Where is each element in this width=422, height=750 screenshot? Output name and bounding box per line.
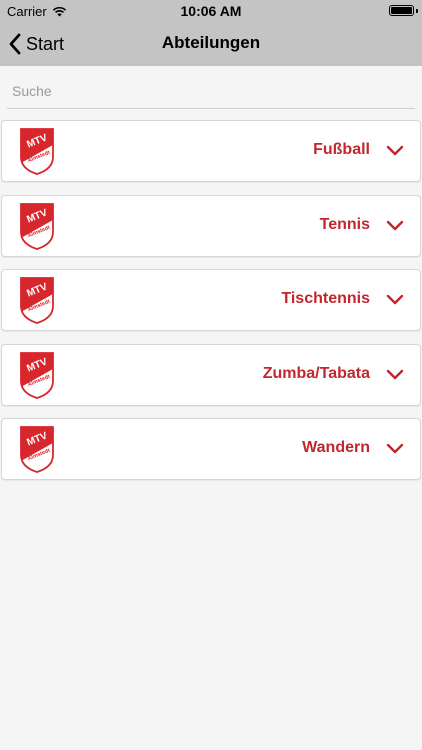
search-bar	[0, 66, 422, 110]
department-item-4[interactable]: MTV Almstedt Wandern	[1, 418, 421, 480]
department-name: Wandern	[302, 439, 370, 456]
mtv-logo-icon: MTV Almstedt	[20, 128, 54, 175]
chevron-down-icon[interactable]	[386, 369, 404, 381]
chevron-down-icon[interactable]	[386, 220, 404, 232]
department-item-1[interactable]: MTV Almstedt Tennis	[1, 194, 421, 257]
department-item-2[interactable]: MTV Almstedt Tischtennis	[1, 269, 421, 331]
department-name: Tennis	[319, 215, 370, 233]
page-title: Abteilungen	[161, 33, 261, 52]
mtv-logo-icon: MTV Almstedt	[20, 202, 54, 250]
department-item-0[interactable]: MTV Almstedt Fußball	[1, 120, 421, 182]
battery-tip	[416, 9, 418, 13]
search-input[interactable]	[12, 80, 408, 102]
mtv-logo-icon: MTV Almstedt	[20, 351, 54, 399]
navigation-bar: Start Abteilungen	[0, 22, 422, 66]
department-name: Tischtennis	[281, 290, 370, 307]
department-name: Zumba/Tabata	[262, 364, 370, 382]
department-name: Fußball	[313, 141, 370, 158]
status-bar: Carrier 10:06 AM	[0, 0, 422, 22]
chevron-down-icon[interactable]	[386, 294, 404, 306]
mtv-logo-icon: MTV Almstedt	[20, 426, 54, 473]
mtv-logo-icon: MTV Almstedt	[20, 277, 54, 324]
chevron-down-icon[interactable]	[386, 145, 404, 157]
chevron-down-icon[interactable]	[386, 443, 404, 455]
department-item-3[interactable]: MTV Almstedt Zumba/Tabata	[1, 343, 421, 406]
status-time: 10:06 AM	[180, 3, 242, 19]
battery-icon	[389, 5, 414, 16]
search-underline	[7, 108, 415, 109]
